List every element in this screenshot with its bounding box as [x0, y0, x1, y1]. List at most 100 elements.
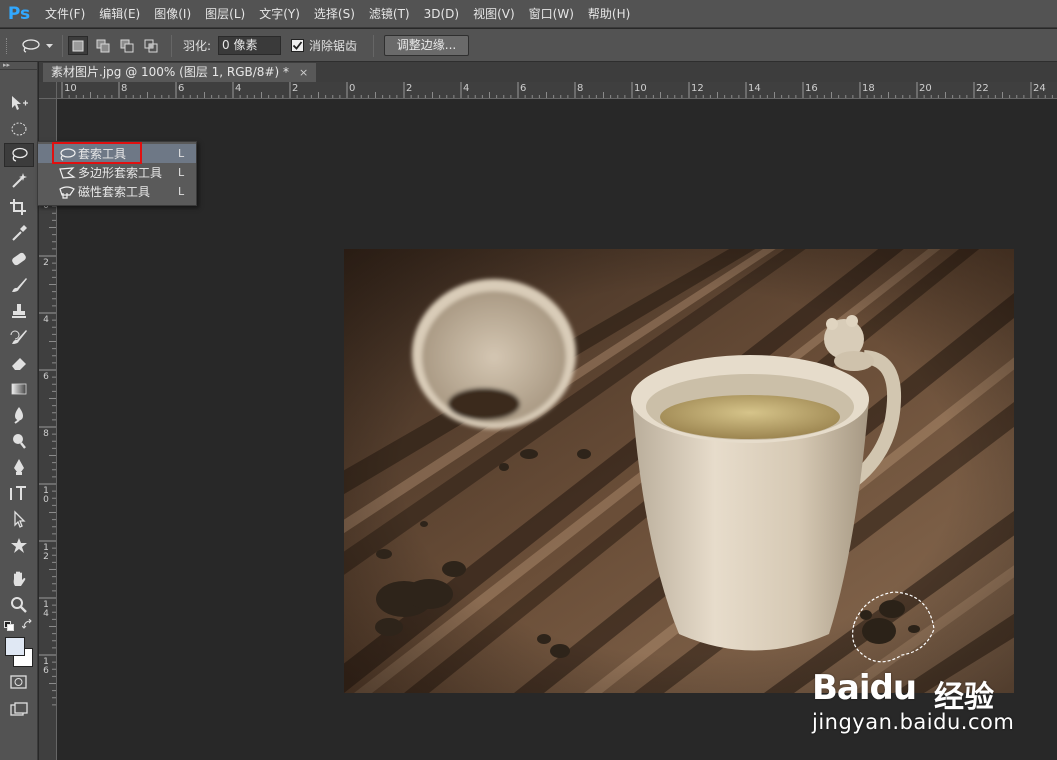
menu-layer[interactable]: 图层(L)	[198, 0, 252, 28]
menu-window[interactable]: 窗口(W)	[522, 0, 581, 28]
ruler-label: 8	[43, 429, 49, 439]
ruler-label: 10	[43, 486, 49, 505]
history-brush-tool[interactable]	[4, 325, 34, 349]
eraser-tool[interactable]	[4, 351, 34, 375]
ruler-label: 16	[805, 83, 818, 94]
magic-wand-tool-icon	[12, 173, 27, 188]
hand-tool[interactable]	[4, 567, 34, 591]
ruler-label: 14	[748, 83, 761, 94]
lasso-icon	[22, 39, 40, 53]
polygonal-lasso-icon	[56, 163, 78, 182]
options-grip[interactable]	[6, 38, 9, 54]
move-tool-icon	[12, 96, 28, 110]
custom-shape-tool[interactable]	[4, 533, 34, 557]
gradient-tool-icon	[11, 383, 27, 395]
pen-tool[interactable]	[4, 455, 34, 479]
zoom-tool-icon	[11, 597, 27, 613]
quick-mask-icon	[10, 675, 27, 689]
dodge-tool[interactable]	[4, 429, 34, 453]
healing-brush-tool[interactable]	[4, 247, 34, 271]
healing-brush-tool-icon	[12, 252, 26, 266]
ruler-label: 4	[43, 315, 49, 325]
brush-tool[interactable]	[4, 273, 34, 297]
zoom-tool[interactable]	[4, 593, 34, 617]
tools-panel-header[interactable]: ▸▸	[0, 62, 37, 70]
ruler-label: 16	[43, 657, 49, 676]
ruler-label: 4	[235, 83, 242, 94]
menu-type[interactable]: 文字(Y)	[252, 0, 307, 28]
subtract-selection-button[interactable]	[117, 36, 137, 55]
intersect-selection-button[interactable]	[141, 36, 161, 55]
ruler-label: 14	[43, 600, 49, 619]
menu-select[interactable]: 选择(S)	[307, 0, 362, 28]
clone-stamp-tool-icon	[12, 304, 26, 318]
options-bar: 羽化: 0 像素 消除锯齿 调整边缘...	[0, 29, 1057, 62]
document-tab[interactable]: 素材图片.jpg @ 100% (图层 1, RGB/8#) * ×	[43, 63, 317, 82]
document-tab-title: 素材图片.jpg @ 100% (图层 1, RGB/8#) *	[51, 65, 289, 79]
feather-input[interactable]: 0 像素	[218, 36, 281, 55]
menu-edit[interactable]: 编辑(E)	[92, 0, 147, 28]
marquee-tool[interactable]	[4, 117, 34, 141]
ruler-label: 4	[463, 83, 470, 94]
ruler-label: 0	[349, 83, 356, 94]
tool-preset-picker[interactable]	[20, 36, 56, 56]
divider	[62, 35, 63, 57]
foreground-color-swatch[interactable]	[5, 637, 25, 656]
ruler-label: 8	[121, 83, 128, 94]
antialias-checkbox[interactable]	[291, 39, 304, 52]
subtract-from-selection-icon	[120, 39, 134, 52]
feather-label: 羽化:	[183, 39, 212, 53]
menu-file[interactable]: 文件(F)	[38, 0, 92, 28]
new-selection-button[interactable]	[68, 36, 88, 55]
add-selection-button[interactable]	[93, 36, 113, 55]
history-brush-tool-icon	[10, 330, 27, 344]
document-canvas-image[interactable]	[344, 249, 1014, 693]
flyout-item-polygonal-lasso[interactable]: 多边形套索工具 L	[38, 163, 196, 182]
baidu-watermark-logo: Baidu	[812, 668, 917, 708]
lasso-tool-icon	[12, 147, 28, 162]
brush-tool-icon	[12, 278, 27, 292]
flyout-item-lasso[interactable]: 套索工具 L	[38, 144, 196, 163]
type-tool[interactable]	[4, 481, 34, 505]
shortcut-key: L	[178, 147, 185, 160]
shortcut-key: L	[178, 185, 185, 198]
photoshop-logo: Ps	[7, 3, 31, 24]
flyout-item-label: 多边形套索工具	[78, 166, 163, 180]
lasso-tool[interactable]	[4, 143, 34, 167]
type-tool-icon	[10, 486, 26, 500]
ruler-label: 10	[634, 83, 647, 94]
magic-wand-tool[interactable]	[4, 169, 34, 193]
eyedropper-tool[interactable]	[4, 221, 34, 245]
refine-edge-button[interactable]: 调整边缘...	[384, 35, 469, 56]
swap-colors-icon[interactable]	[21, 618, 33, 633]
gradient-tool[interactable]	[4, 377, 34, 401]
ruler-label: 10	[64, 83, 77, 94]
marquee-tool-icon	[11, 122, 27, 136]
menu-image[interactable]: 图像(I)	[147, 0, 198, 28]
close-icon[interactable]: ×	[299, 63, 308, 82]
quick-mask-button[interactable]	[4, 670, 34, 694]
clone-stamp-tool[interactable]	[4, 299, 34, 323]
ruler-label: 22	[976, 83, 989, 94]
ruler-label: 2	[43, 258, 49, 268]
flyout-item-magnetic-lasso[interactable]: 磁性套索工具 L	[38, 182, 196, 201]
blur-tool[interactable]	[4, 403, 34, 427]
screen-mode-button[interactable]	[4, 698, 34, 722]
menu-3d[interactable]: 3D(D)	[417, 0, 466, 28]
watermark-url: jingyan.baidu.com	[812, 710, 1015, 734]
shortcut-key: L	[178, 166, 185, 179]
antialias-label: 消除锯齿	[309, 39, 358, 53]
path-selection-tool[interactable]	[4, 507, 34, 531]
move-tool[interactable]	[4, 91, 34, 115]
eraser-tool-icon	[12, 358, 26, 370]
checkmark-icon	[292, 41, 303, 50]
ruler-label: 6	[178, 83, 185, 94]
menu-view[interactable]: 视图(V)	[466, 0, 522, 28]
menu-filter[interactable]: 滤镜(T)	[362, 0, 417, 28]
ruler-origin[interactable]	[39, 82, 57, 99]
default-colors-icon[interactable]	[4, 620, 14, 634]
horizontal-ruler[interactable]: 10 8 6 4 2 0 2 4 6 8 10 12 14 16 18 20 22 24	[57, 82, 1057, 99]
ruler-label: 8	[577, 83, 584, 94]
crop-tool[interactable]	[4, 195, 34, 219]
menu-help[interactable]: 帮助(H)	[581, 0, 637, 28]
